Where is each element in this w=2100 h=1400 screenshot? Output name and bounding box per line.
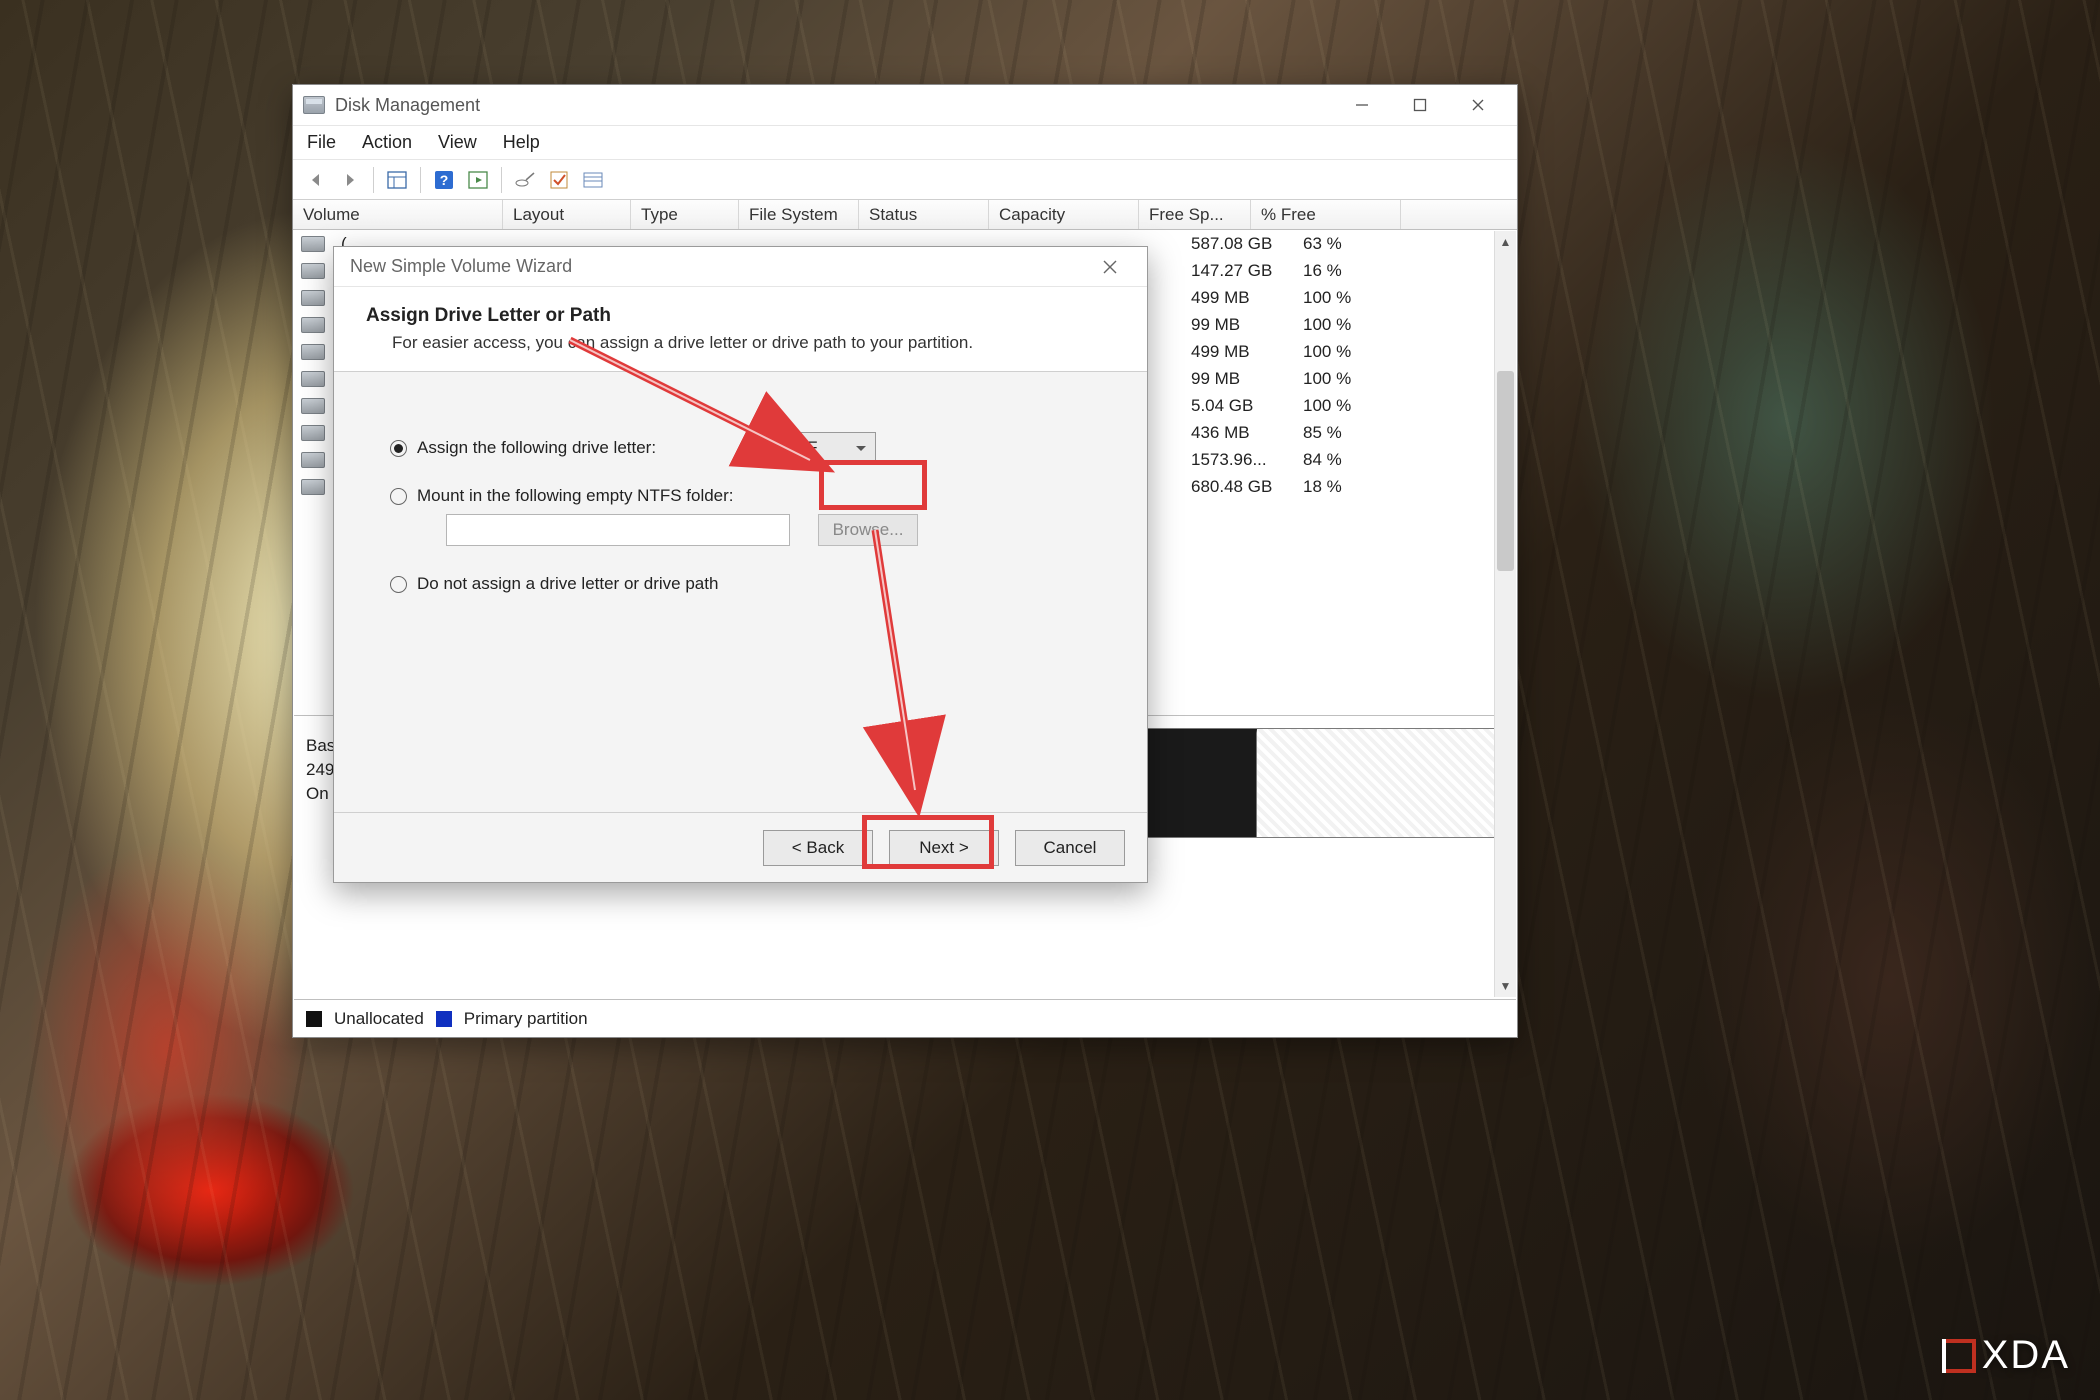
wizard-close-button[interactable] [1089, 247, 1131, 287]
option-none-label: Do not assign a drive letter or drive pa… [417, 574, 718, 594]
maximize-button[interactable] [1391, 85, 1449, 126]
watermark-text: XDA [1982, 1333, 2070, 1378]
drive-letter-select[interactable]: F [796, 432, 876, 464]
scroll-thumb[interactable] [1497, 371, 1514, 571]
window-controls [1333, 85, 1507, 126]
volume-icon [301, 452, 325, 468]
option-mount-label: Mount in the following empty NTFS folder… [417, 486, 734, 506]
volume-icon [301, 425, 325, 441]
volume-icon [301, 263, 325, 279]
radio-icon[interactable] [390, 440, 407, 457]
menu-action[interactable]: Action [362, 132, 412, 153]
option-mount-folder[interactable]: Mount in the following empty NTFS folder… [390, 486, 1107, 506]
col-pct-free[interactable]: % Free [1251, 200, 1401, 229]
back-button[interactable]: < Back [763, 830, 873, 866]
scroll-up-icon[interactable]: ▲ [1495, 231, 1516, 253]
wizard-title: New Simple Volume Wizard [350, 256, 572, 277]
col-file-system[interactable]: File System [739, 200, 859, 229]
volume-table-header: Volume Layout Type File System Status Ca… [293, 200, 1517, 230]
volume-icon [301, 398, 325, 414]
volume-icon [301, 344, 325, 360]
check-icon[interactable] [544, 165, 574, 195]
vertical-scrollbar[interactable]: ▲ ▼ [1494, 231, 1516, 997]
menu-view[interactable]: View [438, 132, 477, 153]
new-simple-volume-wizard: New Simple Volume Wizard Assign Drive Le… [333, 246, 1148, 883]
titlebar[interactable]: Disk Management [293, 85, 1517, 126]
cancel-button[interactable]: Cancel [1015, 830, 1125, 866]
radio-icon[interactable] [390, 576, 407, 593]
col-layout[interactable]: Layout [503, 200, 631, 229]
option-assign-label: Assign the following drive letter: [417, 438, 656, 458]
xda-logo-icon [1942, 1339, 1976, 1373]
menu-file[interactable]: File [307, 132, 336, 153]
col-capacity[interactable]: Capacity [989, 200, 1139, 229]
drive-letter-value: F [807, 438, 817, 458]
menu-help[interactable]: Help [503, 132, 540, 153]
col-volume[interactable]: Volume [293, 200, 503, 229]
wizard-body: Assign the following drive letter: F Mou… [334, 372, 1147, 656]
refresh-icon[interactable] [463, 165, 493, 195]
window-title: Disk Management [335, 95, 480, 116]
rescan-icon[interactable] [510, 165, 540, 195]
legend-swatch-primary [436, 1011, 452, 1027]
xda-watermark: XDA [1942, 1333, 2070, 1378]
disk-management-icon [303, 96, 325, 114]
volume-icon [301, 479, 325, 495]
legend-primary: Primary partition [464, 1009, 588, 1029]
legend-unallocated: Unallocated [334, 1009, 424, 1029]
volume-icon [301, 236, 325, 252]
option-no-assign[interactable]: Do not assign a drive letter or drive pa… [390, 574, 1107, 594]
option-assign-letter[interactable]: Assign the following drive letter: F [390, 432, 1107, 464]
forward-icon[interactable] [335, 165, 365, 195]
close-button[interactable] [1449, 85, 1507, 126]
radio-icon[interactable] [390, 488, 407, 505]
wizard-footer: < Back Next > Cancel [334, 812, 1147, 882]
wizard-titlebar[interactable]: New Simple Volume Wizard [334, 247, 1147, 287]
list-icon[interactable] [578, 165, 608, 195]
legend-swatch-unallocated [306, 1011, 322, 1027]
next-button[interactable]: Next > [889, 830, 999, 866]
volume-icon [301, 317, 325, 333]
svg-text:?: ? [440, 172, 449, 188]
help-icon[interactable]: ? [429, 165, 459, 195]
col-status[interactable]: Status [859, 200, 989, 229]
minimize-button[interactable] [1333, 85, 1391, 126]
volume-icon [301, 371, 325, 387]
legend: Unallocated Primary partition [294, 999, 1516, 1037]
scroll-down-icon[interactable]: ▼ [1495, 975, 1516, 997]
col-free-space[interactable]: Free Sp... [1139, 200, 1251, 229]
col-type[interactable]: Type [631, 200, 739, 229]
mount-folder-input[interactable] [446, 514, 790, 546]
wizard-heading: Assign Drive Letter or Path [366, 305, 1121, 327]
toolbar: ? [293, 160, 1517, 200]
browse-button[interactable]: Browse... [818, 514, 918, 546]
wizard-subtext: For easier access, you can assign a driv… [392, 333, 1121, 353]
back-icon[interactable] [301, 165, 331, 195]
menu-bar: File Action View Help [293, 126, 1517, 160]
panes-icon[interactable] [382, 165, 412, 195]
wizard-header: Assign Drive Letter or Path For easier a… [334, 287, 1147, 372]
volume-icon [301, 290, 325, 306]
